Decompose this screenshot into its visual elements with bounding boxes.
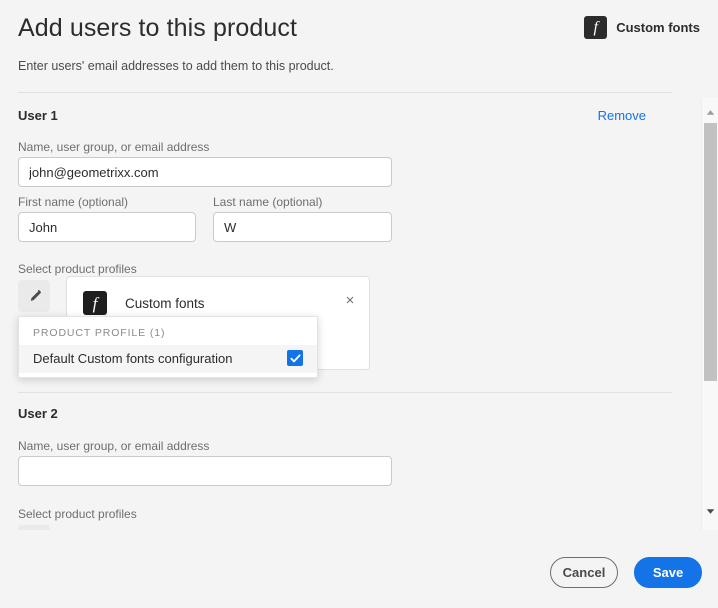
chevron-down-icon bbox=[706, 509, 714, 514]
user-1-title: User 1 bbox=[18, 108, 58, 123]
pencil-icon bbox=[30, 289, 41, 301]
user-2-identity-label: Name, user group, or email address bbox=[18, 439, 210, 453]
custom-fonts-f-icon: f bbox=[584, 16, 608, 39]
product-chip-label: Custom fonts bbox=[616, 20, 700, 35]
user-1-last-name-label: Last name (optional) bbox=[213, 195, 323, 209]
product-profile-card-label: Custom fonts bbox=[125, 296, 205, 311]
custom-fonts-f-icon: f bbox=[83, 291, 107, 315]
user-1-profiles-label: Select product profiles bbox=[18, 262, 137, 276]
dropdown-header: PRODUCT PROFILE (1) bbox=[33, 327, 166, 339]
divider-top bbox=[18, 92, 672, 93]
dropdown-option-default-config[interactable]: Default Custom fonts configuration bbox=[19, 345, 317, 373]
user-2-identity-input[interactable] bbox=[18, 456, 392, 486]
chevron-up-icon bbox=[706, 110, 714, 115]
dialog-footer: Cancel Save bbox=[0, 530, 718, 608]
user-1-last-name-input[interactable] bbox=[213, 212, 392, 242]
page-title: Add users to this product bbox=[18, 14, 298, 42]
product-chip: f Custom fonts bbox=[584, 16, 700, 39]
page-subtitle: Enter users' email addresses to add them… bbox=[18, 59, 334, 73]
user-2-profiles-label: Select product profiles bbox=[18, 507, 137, 521]
scroll-down-button[interactable] bbox=[702, 503, 718, 520]
user-1-first-name-label: First name (optional) bbox=[18, 195, 129, 209]
remove-user-1-link[interactable]: Remove bbox=[598, 108, 646, 123]
checkmark-icon bbox=[289, 353, 301, 362]
cancel-button[interactable]: Cancel bbox=[550, 557, 618, 588]
user-1-identity-input[interactable] bbox=[18, 157, 392, 187]
page-header: Add users to this product Enter users' e… bbox=[0, 0, 718, 92]
edit-profiles-button[interactable] bbox=[18, 280, 50, 312]
close-icon[interactable]: × bbox=[339, 289, 361, 311]
vertical-scrollbar[interactable] bbox=[701, 98, 718, 530]
dropdown-option-checkbox[interactable] bbox=[287, 350, 303, 366]
product-profile-dropdown[interactable]: PRODUCT PROFILE (1) Default Custom fonts… bbox=[18, 316, 318, 378]
user-2-title: User 2 bbox=[18, 406, 58, 421]
save-button[interactable]: Save bbox=[634, 557, 702, 588]
user-1-first-name-input[interactable] bbox=[18, 212, 196, 242]
scrollbar-thumb[interactable] bbox=[704, 123, 717, 381]
dropdown-option-label: Default Custom fonts configuration bbox=[33, 351, 233, 366]
scroll-up-button[interactable] bbox=[702, 104, 718, 121]
users-scroll-area[interactable]: User 1 Remove Name, user group, or email… bbox=[0, 92, 718, 530]
divider-between-users bbox=[18, 392, 672, 393]
user-1-identity-label: Name, user group, or email address bbox=[18, 140, 210, 154]
